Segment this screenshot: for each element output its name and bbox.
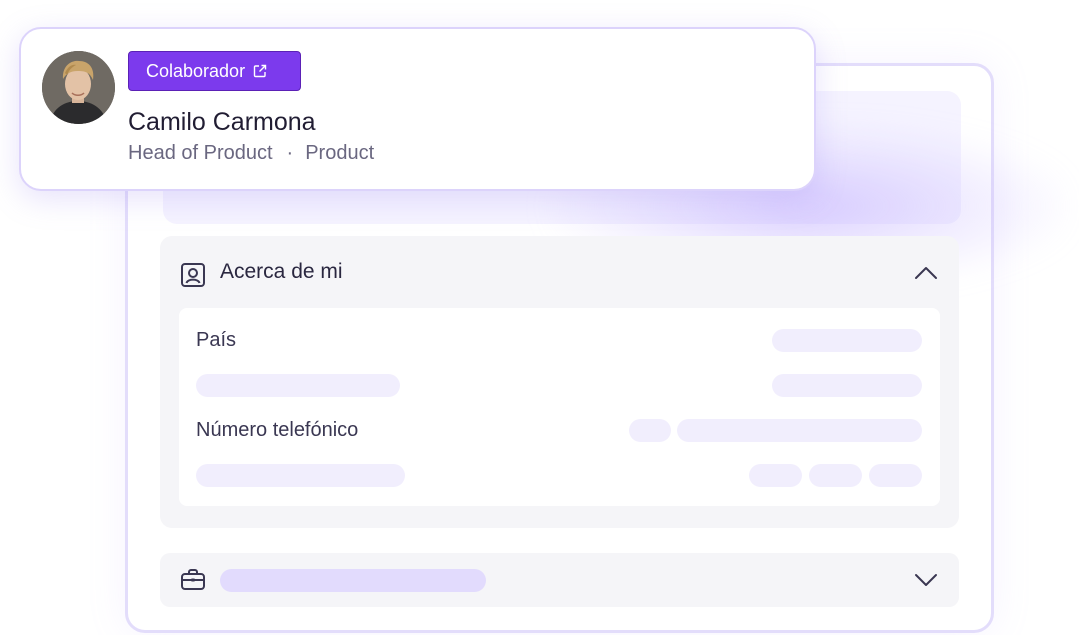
profile-subtitle: Head of Product · Product — [128, 142, 374, 165]
department: Product — [305, 142, 375, 164]
about-section-body: País Número telefónico — [179, 308, 940, 506]
tag-placeholder — [809, 464, 862, 487]
phone-value-placeholder — [677, 419, 922, 442]
briefcase-icon — [181, 569, 205, 590]
phone-prefix-placeholder — [629, 419, 671, 442]
job-title: Head of Product — [128, 142, 273, 164]
country-label: País — [196, 329, 237, 351]
about-section-header[interactable]: Acerca de mi — [160, 236, 959, 308]
avatar-photo — [42, 51, 115, 124]
work-section-title-placeholder — [220, 569, 486, 592]
tag-placeholder — [869, 464, 922, 487]
avatar — [42, 51, 115, 124]
role-badge[interactable]: Colaborador — [128, 51, 301, 91]
field-placeholder — [196, 374, 400, 397]
profile-card: Colaborador Camilo Carmona Head of Produ… — [19, 27, 816, 191]
contact-card-icon — [181, 263, 205, 287]
phone-label: Número telefónico — [196, 419, 359, 441]
role-badge-label: Colaborador — [146, 60, 246, 81]
chevron-up-icon[interactable] — [913, 263, 939, 283]
work-section[interactable] — [160, 553, 959, 607]
chevron-down-icon[interactable] — [913, 570, 939, 590]
field-value-placeholder — [772, 374, 922, 397]
external-link-icon — [253, 64, 267, 78]
country-value-placeholder — [772, 329, 922, 352]
about-section-title: Acerca de mi — [220, 260, 343, 283]
field-placeholder — [196, 464, 405, 487]
tag-placeholder — [749, 464, 802, 487]
about-section: Acerca de mi País Número telefónico — [160, 236, 959, 528]
profile-name: Camilo Carmona — [128, 108, 316, 136]
separator: · — [286, 142, 294, 164]
